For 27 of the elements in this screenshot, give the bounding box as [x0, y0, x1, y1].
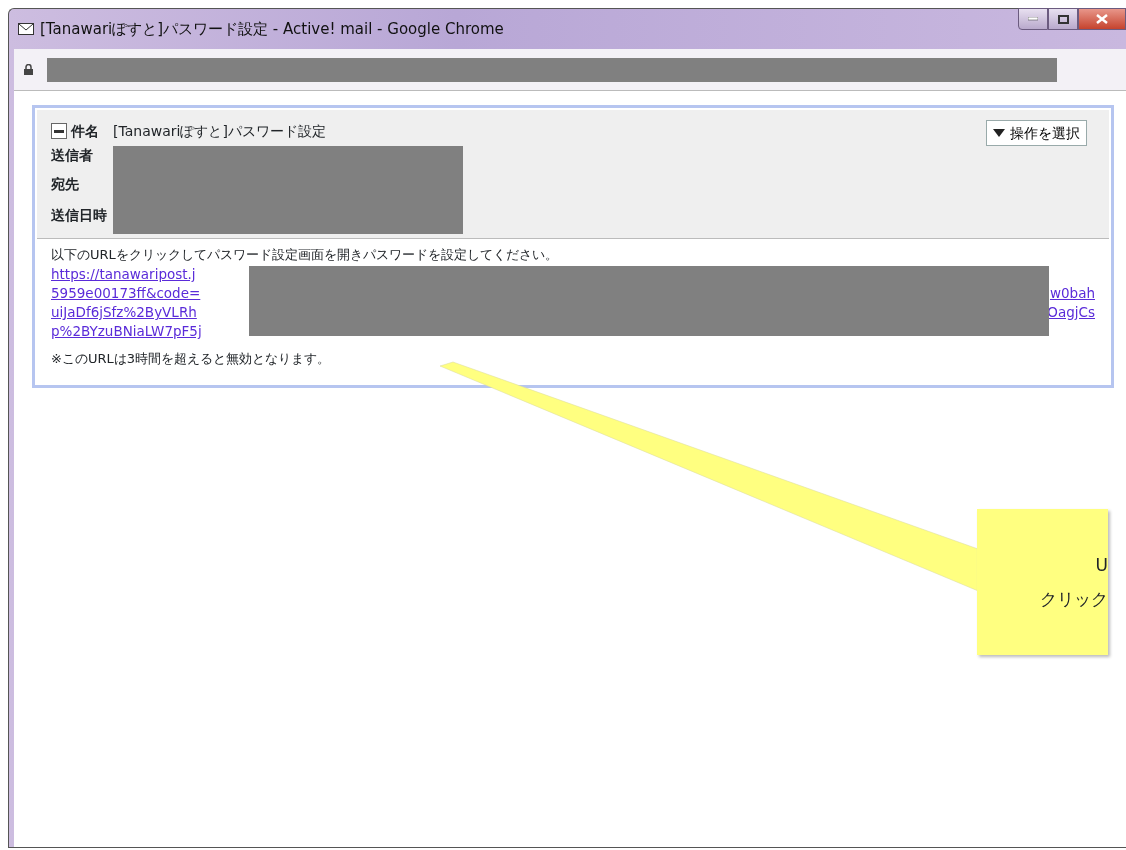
lock-icon: [24, 64, 33, 75]
window-title: [Tanawariぽすと]パスワード設定 - Active! mail - Google Chrome: [40, 18, 504, 40]
envelope-icon: [18, 23, 34, 35]
subject-text: [Tanawariぽすと]パスワード設定: [113, 122, 326, 141]
collapse-icon[interactable]: [51, 123, 67, 139]
url-link[interactable]: w0bah: [1049, 284, 1095, 303]
caret-icon: [993, 129, 1005, 137]
maximize-icon: [1057, 14, 1069, 24]
close-button[interactable]: [1078, 8, 1126, 30]
url-link[interactable]: OagjCs: [1047, 303, 1095, 322]
close-icon: [1096, 14, 1108, 24]
field-label: 送信日時: [51, 205, 108, 225]
minimize-icon: [1028, 17, 1038, 21]
field-label: 宛先: [51, 174, 80, 194]
url-link[interactable]: uiJaDf6jSfz%2ByVLRh: [51, 303, 197, 322]
minimize-button[interactable]: [1018, 8, 1048, 30]
url-link[interactable]: 5959e00173ff&code=: [51, 284, 201, 303]
url-link[interactable]: https://tanawaripost.j: [51, 265, 196, 284]
field-label: 件名: [71, 122, 100, 141]
callout-text: クリック: [1040, 588, 1108, 611]
maximize-button[interactable]: [1048, 8, 1078, 30]
instruction-text: 以下のURLをクリックしてパスワード設定画面を開きパスワードを設定してください。: [51, 246, 559, 264]
field-label: 送信者: [51, 146, 94, 165]
callout-text: U: [1095, 554, 1108, 577]
note-text: ※このURLは3時間を超えると無効となります。: [51, 350, 331, 368]
action-menu-button[interactable]: 操作を選択: [986, 120, 1087, 146]
url-link[interactable]: p%2BYzuBNiaLW7pF5j: [51, 322, 202, 341]
